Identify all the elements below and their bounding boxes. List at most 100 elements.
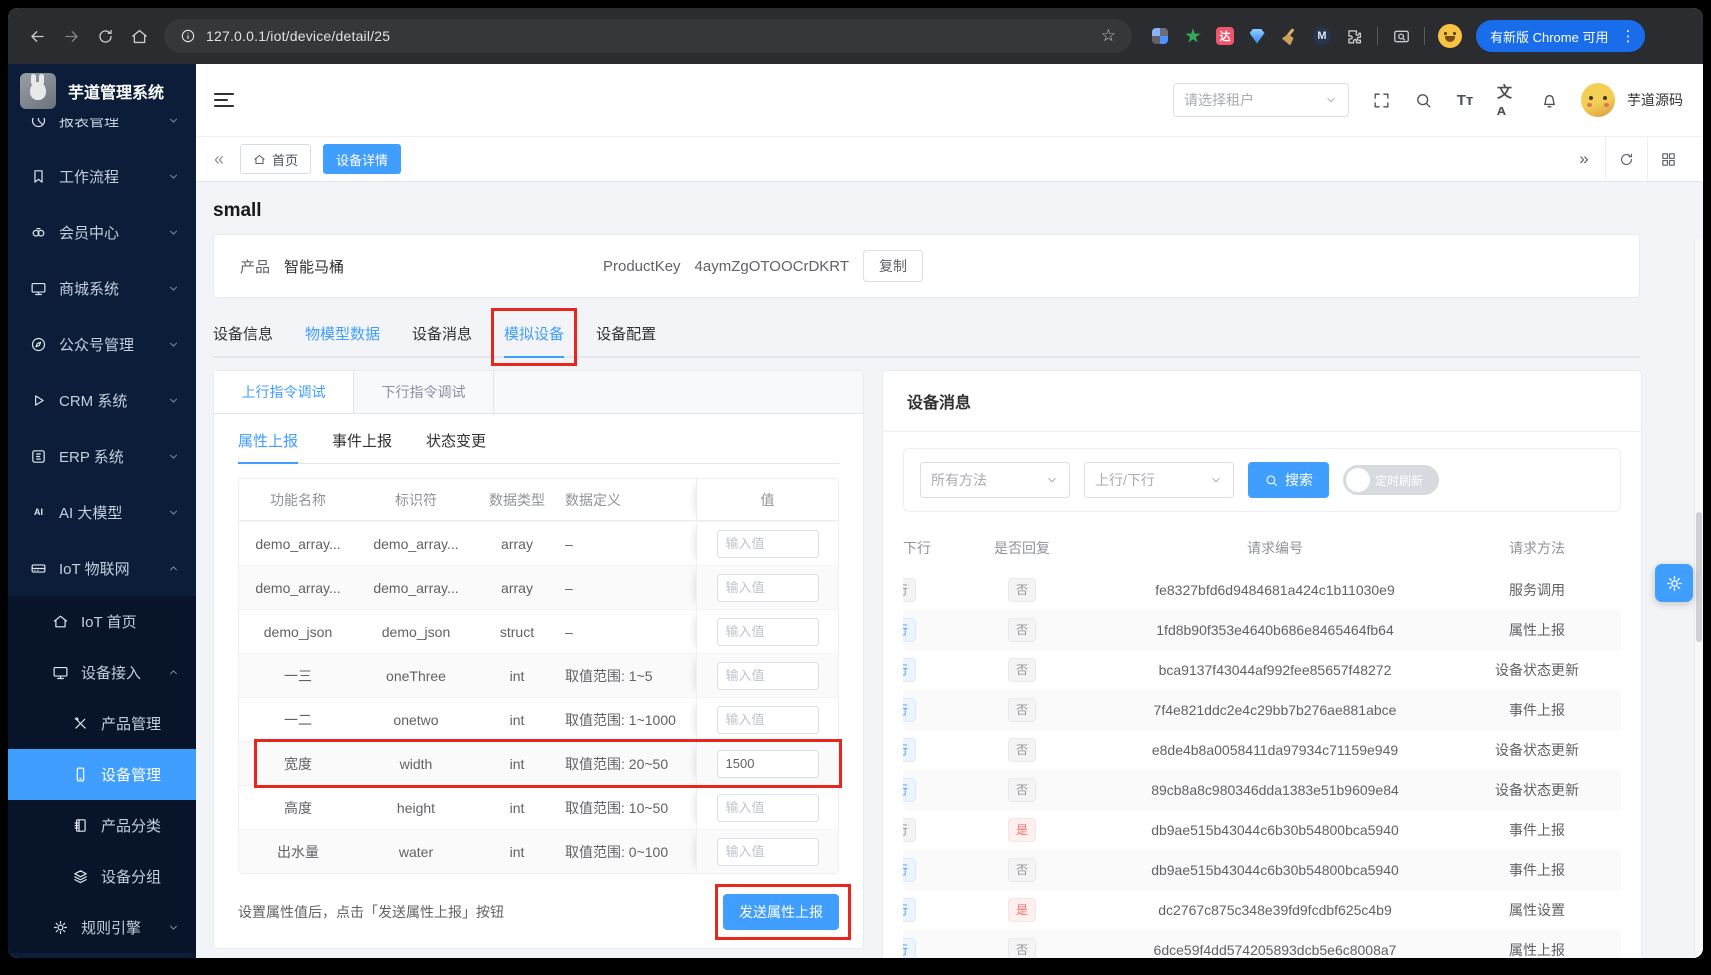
tab-home[interactable]: 首页 — [240, 144, 311, 174]
browser-home-button[interactable] — [122, 19, 156, 53]
value-input[interactable] — [717, 838, 819, 866]
broom-extension-icon[interactable] — [1280, 26, 1300, 46]
reply-tag: 否 — [1008, 618, 1036, 642]
table-row: 行 否 7f4e821ddc2e4c29bb7b276ae881abce 事件上… — [903, 690, 1621, 730]
tenant-select[interactable]: 请选择租户 — [1173, 83, 1349, 117]
sidebar-item-device-mgmt[interactable]: 设备管理 — [8, 749, 196, 800]
search-icon[interactable] — [1413, 90, 1433, 110]
font-size-icon[interactable]: Tᴛ — [1455, 90, 1475, 110]
sidebar-item-wechat[interactable]: 公众号管理 — [8, 316, 196, 372]
sidebar-item-mall[interactable]: 商城系统 — [8, 260, 196, 316]
request-id: e8de4b8a0058411da97934c71159e949 — [1097, 742, 1453, 758]
back-button[interactable] — [20, 19, 54, 53]
iot-submenu: IoT 首页 设备接入 产品管理 设备管理 — [8, 596, 196, 953]
auto-refresh-toggle[interactable]: 定时刷新 — [1343, 465, 1439, 495]
copy-button[interactable]: 复制 — [863, 250, 923, 282]
home-icon — [253, 153, 266, 166]
search-button[interactable]: 搜索 — [1248, 462, 1329, 498]
app-logo-row[interactable]: 芋道管理系统 — [8, 64, 196, 118]
request-id: bca9137f43044af992fee85657f48272 — [1097, 662, 1453, 678]
address-bar[interactable]: 127.0.0.1/iot/device/detail/25 ☆ — [164, 19, 1132, 53]
sidebar-item-device-access[interactable]: 设备接入 — [8, 647, 196, 698]
tabs-scroll-left-icon[interactable]: « — [210, 149, 228, 170]
sidebar-item-crm[interactable]: CRM 系统 — [8, 372, 196, 428]
value-input[interactable] — [717, 530, 819, 558]
gem-extension-icon[interactable] — [1247, 26, 1267, 46]
profile-avatar-icon[interactable] — [1438, 24, 1462, 48]
mosaic-extension-icon[interactable] — [1150, 26, 1170, 46]
subtab-event-report[interactable]: 事件上报 — [332, 430, 392, 463]
green-star-extension-icon[interactable] — [1183, 26, 1203, 46]
value-input[interactable] — [717, 618, 819, 646]
url-text[interactable]: 127.0.0.1/iot/device/detail/25 — [206, 28, 1091, 44]
chevron-down-icon — [167, 282, 180, 295]
scrollbar-thumb[interactable] — [1696, 512, 1702, 642]
request-id: db9ae515b43044c6b30b54800bca5940 — [1097, 822, 1453, 838]
sidebar-toggle-icon[interactable] — [214, 93, 234, 107]
tab-simulate-device[interactable]: 模拟设备 — [504, 314, 564, 358]
screen-capture-icon[interactable] — [1391, 26, 1411, 46]
sidebar-item-product-mgmt[interactable]: 产品管理 — [8, 698, 196, 749]
refresh-page-icon[interactable] — [1605, 137, 1647, 181]
theme-settings-button[interactable] — [1655, 564, 1693, 602]
toolbar-separator — [1377, 27, 1378, 45]
value-input[interactable] — [717, 574, 819, 602]
tab-thing-model-data[interactable]: 物模型数据 — [305, 314, 380, 358]
sidebar-item-report[interactable]: 报表管理 — [8, 118, 196, 148]
sidebar-item-product-category[interactable]: 产品分类 — [8, 800, 196, 851]
user-avatar[interactable] — [1581, 83, 1615, 117]
direction-tag: 行 — [903, 778, 916, 802]
value-input[interactable] — [717, 706, 819, 734]
translate-icon[interactable]: 文ᴀ — [1497, 90, 1517, 110]
simulator-card: 上行指令调试 下行指令调试 属性上报 事件上报 状态变更 功能 — [213, 370, 864, 949]
reload-button[interactable] — [88, 19, 122, 53]
username[interactable]: 芋道源码 — [1627, 90, 1683, 110]
sidebar-item-workflow[interactable]: 工作流程 — [8, 148, 196, 204]
messages-title: 设备消息 — [883, 371, 1641, 432]
tab-device-message[interactable]: 设备消息 — [412, 314, 472, 358]
tabs-scroll-right-icon[interactable]: » — [1563, 137, 1605, 181]
table-row: 行 否 e8de4b8a0058411da97934c71159e949 设备状… — [903, 730, 1621, 770]
vertical-scrollbar[interactable] — [1694, 238, 1703, 958]
width-value-input[interactable] — [717, 750, 819, 778]
sidebar-item-ai[interactable]: AI AI 大模型 — [8, 484, 196, 540]
sidebar-item-device-group[interactable]: 设备分组 — [8, 851, 196, 902]
tab-uplink-debug[interactable]: 上行指令调试 — [214, 371, 354, 413]
direction-filter-select[interactable]: 上行/下行 — [1084, 462, 1234, 498]
value-input[interactable] — [717, 794, 819, 822]
chrome-update-button[interactable]: 有新版 Chrome 可用 ⋮ — [1476, 20, 1645, 52]
sidebar-item-iot-home[interactable]: IoT 首页 — [8, 596, 196, 647]
value-input[interactable] — [717, 662, 819, 690]
subtab-state-change[interactable]: 状态变更 — [426, 430, 486, 463]
sidebar-item-iot[interactable]: IoT 物联网 — [8, 540, 196, 596]
layout-grid-icon[interactable] — [1647, 137, 1689, 181]
extensions-puzzle-icon[interactable] — [1344, 26, 1364, 46]
gears-icon — [52, 919, 69, 936]
tab-device-detail[interactable]: 设备详情 — [323, 144, 401, 174]
tab-downlink-debug[interactable]: 下行指令调试 — [354, 371, 494, 413]
chevron-up-icon — [167, 666, 180, 679]
tab-device-config[interactable]: 设备配置 — [596, 314, 656, 358]
m-extension-icon[interactable]: M — [1313, 27, 1331, 45]
sidebar-item-rule-engine[interactable]: 规则引擎 — [8, 902, 196, 953]
bookmark-star-icon[interactable]: ☆ — [1101, 26, 1116, 46]
direction-tag: 行 — [903, 898, 916, 922]
subtab-property-report[interactable]: 属性上报 — [238, 430, 298, 463]
send-property-report-button[interactable]: 发送属性上报 — [723, 894, 839, 930]
site-info-icon[interactable] — [180, 28, 196, 44]
method-filter-select[interactable]: 所有方法 — [920, 462, 1070, 498]
browser-menu-icon[interactable]: ⋮ — [1616, 27, 1639, 45]
table-row: demo_array... demo_array... array – — [239, 565, 838, 609]
forward-button[interactable] — [54, 19, 88, 53]
sidebar-item-member[interactable]: 会员中心 — [8, 204, 196, 260]
simulator-subtabs: 属性上报 事件上报 状态变更 — [238, 430, 839, 464]
sidebar-item-erp[interactable]: ERP 系统 — [8, 428, 196, 484]
direction-tag: 行 — [903, 738, 916, 762]
table-row: 一二 onetwo int 取值范围: 1~1000 — [239, 697, 838, 741]
pink-extension-icon[interactable]: 达 — [1216, 27, 1234, 45]
table-row: demo_array... demo_array... array – — [239, 521, 838, 565]
fullscreen-icon[interactable] — [1371, 90, 1391, 110]
tab-device-info[interactable]: 设备信息 — [213, 314, 273, 358]
bell-icon[interactable] — [1539, 90, 1559, 110]
table-row: 行 否 1fd8b90f353e4640b686e8465464fb64 属性上… — [903, 610, 1621, 650]
